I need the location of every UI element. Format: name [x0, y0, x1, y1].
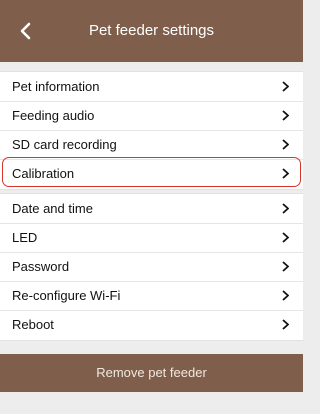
menu-item-label: Pet information [12, 79, 100, 94]
menu-item-label: SD card recording [12, 137, 117, 152]
menu-item-feeding-audio[interactable]: Feeding audio [0, 101, 303, 130]
chevron-right-icon [282, 319, 289, 330]
header-bar: Pet feeder settings [0, 0, 303, 62]
menu-item-label: LED [12, 230, 38, 245]
menu-item-label: Re-configure Wi-Fi [12, 288, 121, 303]
chevron-right-icon [282, 232, 289, 243]
menu-item-calibration[interactable]: Calibration [0, 159, 303, 188]
settings-group-2: Date and time LED Password Re-configure … [0, 193, 303, 341]
menu-item-password[interactable]: Password [0, 252, 303, 281]
page-title: Pet feeder settings [88, 22, 215, 39]
chevron-right-icon [282, 139, 289, 150]
menu-item-reconfigure-wifi[interactable]: Re-configure Wi-Fi [0, 281, 303, 310]
chevron-right-icon [282, 81, 289, 92]
settings-group-1: Pet information Feeding audio SD card re… [0, 71, 303, 190]
chevron-right-icon [282, 290, 289, 301]
menu-item-label: Date and time [12, 201, 93, 216]
menu-item-label: Feeding audio [12, 108, 95, 123]
menu-item-label: Password [12, 259, 70, 274]
remove-pet-feeder-button[interactable]: Remove pet feeder [0, 354, 303, 392]
menu-item-pet-information[interactable]: Pet information [0, 72, 303, 101]
menu-item-label: Reboot [12, 317, 54, 332]
menu-item-label: Calibration [12, 166, 75, 181]
chevron-right-icon [282, 168, 289, 179]
chevron-right-icon [282, 203, 289, 214]
menu-item-reboot[interactable]: Reboot [0, 310, 303, 339]
menu-item-sd-card-recording[interactable]: SD card recording [0, 130, 303, 159]
menu-item-date-and-time[interactable]: Date and time [0, 194, 303, 223]
menu-item-led[interactable]: LED [0, 223, 303, 252]
chevron-right-icon [282, 110, 289, 121]
chevron-right-icon [282, 261, 289, 272]
